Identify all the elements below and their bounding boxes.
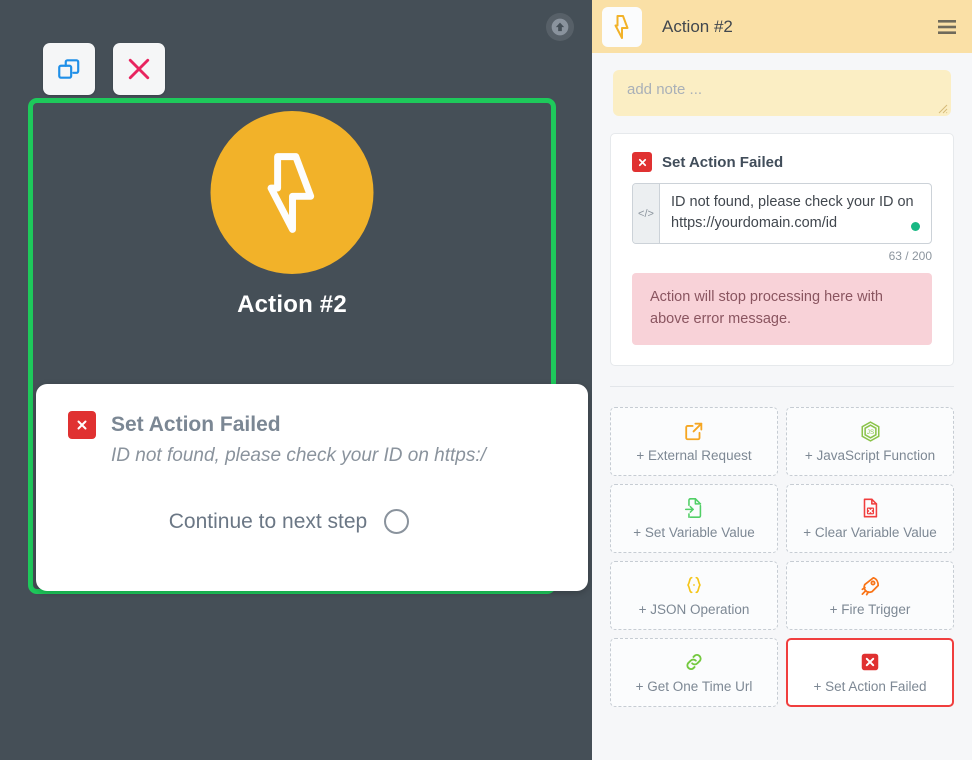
workflow-canvas[interactable]: Action #2 Set Action Failed ID not found… <box>0 0 592 760</box>
error-x-icon <box>859 650 881 674</box>
external-link-icon <box>683 419 705 443</box>
tile-javascript-function[interactable]: JS + JavaScript Function <box>786 407 954 476</box>
file-remove-icon <box>859 496 881 520</box>
continue-label: Continue to next step <box>169 510 367 534</box>
svg-text:JS: JS <box>866 429 873 436</box>
tile-clear-variable-value[interactable]: + Clear Variable Value <box>786 484 954 553</box>
panel-menu-button[interactable] <box>936 16 958 38</box>
panel-body: add note ... Set Action Failed </> <box>592 53 972 760</box>
node-detail-card[interactable]: Set Action Failed ID not found, please c… <box>36 384 588 591</box>
node-title: Action #2 <box>33 291 551 319</box>
note-input[interactable]: add note ... <box>613 70 951 116</box>
resize-grip-icon[interactable] <box>936 102 948 114</box>
error-message-input[interactable]: ID not found, please check your ID on ht… <box>660 184 931 243</box>
tile-set-variable-value[interactable]: + Set Variable Value <box>610 484 778 553</box>
error-x-icon <box>68 411 96 439</box>
lightning-bolt-icon <box>611 14 633 40</box>
tile-label: + Get One Time Url <box>636 679 753 694</box>
note-placeholder: add note ... <box>627 81 702 98</box>
rocket-icon <box>859 573 882 597</box>
radio-unselected-icon[interactable] <box>384 509 409 534</box>
link-chain-icon <box>683 650 705 674</box>
action-settings-panel: Action #2 add note ... <box>592 0 972 760</box>
panel-action-icon <box>602 7 642 47</box>
json-braces-icon <box>683 573 705 597</box>
continue-to-next-step[interactable]: Continue to next step <box>36 509 588 534</box>
tile-label: + Set Variable Value <box>633 525 754 540</box>
tile-json-operation[interactable]: + JSON Operation <box>610 561 778 630</box>
tile-label: + Set Action Failed <box>814 679 927 694</box>
tile-label: + Clear Variable Value <box>803 525 936 540</box>
duplicate-icon <box>56 56 82 82</box>
code-prefix-label: </> <box>633 184 660 243</box>
delete-node-button[interactable] <box>113 43 165 95</box>
node-icon-circle <box>211 111 374 274</box>
tile-label: + External Request <box>636 448 751 463</box>
close-icon <box>124 54 154 84</box>
node-toolbar <box>43 43 165 95</box>
card-subtitle: ID not found, please check your ID on ht… <box>36 439 588 467</box>
action-node[interactable]: Action #2 Set Action Failed ID not found… <box>28 98 556 594</box>
hamburger-menu-icon <box>937 19 957 35</box>
tile-external-request[interactable]: + External Request <box>610 407 778 476</box>
lightning-bolt-icon <box>255 150 329 236</box>
file-import-icon <box>683 496 705 520</box>
arrow-up-circle-icon <box>550 17 570 37</box>
nodejs-js-icon: JS <box>859 419 882 443</box>
tile-label: + JSON Operation <box>639 602 750 617</box>
warning-message: Action will stop processing here with ab… <box>632 273 932 345</box>
tile-set-action-failed[interactable]: + Set Action Failed <box>786 638 954 707</box>
char-counter: 63 / 200 <box>632 249 932 263</box>
valid-dot-icon <box>911 222 920 231</box>
scroll-to-top-button[interactable] <box>546 13 574 41</box>
tile-label: + Fire Trigger <box>830 602 911 617</box>
card-title: Set Action Failed <box>111 413 281 437</box>
panel-header: Action #2 <box>592 0 972 53</box>
tile-get-one-time-url[interactable]: + Get One Time Url <box>610 638 778 707</box>
error-message-field[interactable]: </> ID not found, please check your ID o… <box>632 183 932 244</box>
error-x-icon <box>632 152 652 172</box>
app-root: Action #2 Set Action Failed ID not found… <box>0 0 972 760</box>
tile-fire-trigger[interactable]: + Fire Trigger <box>786 561 954 630</box>
set-action-failed-block: Set Action Failed </> ID not found, plea… <box>610 133 954 366</box>
add-action-grid: + External Request JS + JavaScript Funct… <box>592 387 972 707</box>
duplicate-node-button[interactable] <box>43 43 95 95</box>
error-message-value: ID not found, please check your ID on ht… <box>671 194 914 231</box>
panel-title: Action #2 <box>662 17 936 37</box>
tile-label: + JavaScript Function <box>805 448 935 463</box>
block-title: Set Action Failed <box>662 154 783 171</box>
